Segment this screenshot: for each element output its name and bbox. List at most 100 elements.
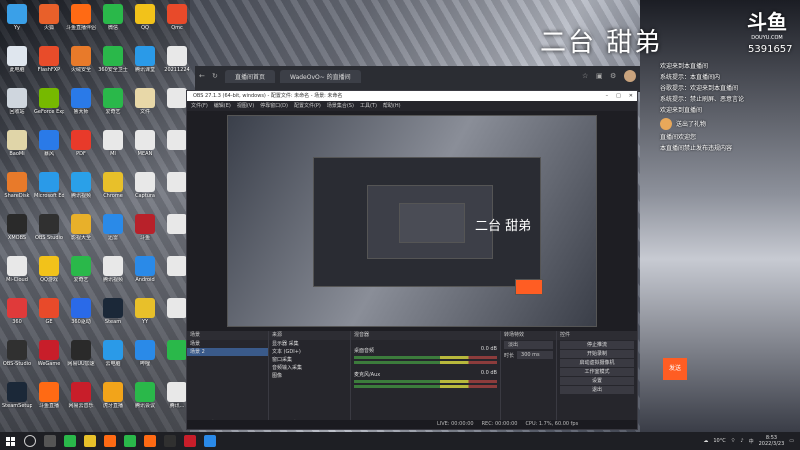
desktop-icon[interactable]: Android xyxy=(130,256,160,283)
desktop-icon[interactable]: PDF xyxy=(66,130,96,157)
desktop-icon[interactable]: 云电脑 xyxy=(98,340,128,367)
gift-icon[interactable]: ▣ xyxy=(596,72,604,80)
minimize-icon[interactable]: – xyxy=(606,91,609,101)
maximize-icon[interactable]: □ xyxy=(616,91,621,101)
desktop-icon[interactable]: 此电脑 xyxy=(2,46,32,73)
notification-icon[interactable]: ▭ xyxy=(789,438,794,444)
menu-item[interactable]: 编辑(E) xyxy=(214,101,231,111)
desktop-icon[interactable]: 微信 xyxy=(98,4,128,31)
control-button[interactable]: 设置 xyxy=(560,377,634,385)
desktop-icon[interactable]: 哔哩 xyxy=(130,340,160,367)
desktop-icon[interactable]: ShareDisk xyxy=(2,172,32,199)
desktop-icon[interactable]: BaoMi xyxy=(2,130,32,157)
desktop-icon[interactable]: Microsoft Edge xyxy=(34,172,64,199)
desktop-icon[interactable]: 腾讯视频 xyxy=(66,172,96,199)
close-icon[interactable]: ✕ xyxy=(629,91,633,101)
desktop-icon[interactable]: GE xyxy=(34,298,64,325)
desktop-icon[interactable]: 文件 xyxy=(130,88,160,115)
obs-icon[interactable] xyxy=(164,435,176,447)
browser-tab[interactable]: WadeOvO~ 的直播间 xyxy=(280,69,361,83)
control-button[interactable]: 停止推流 xyxy=(560,341,634,349)
start-button[interactable] xyxy=(0,432,20,450)
desktop-icon[interactable]: Captura xyxy=(130,172,160,199)
menu-item[interactable]: 文件(F) xyxy=(191,101,208,111)
source-item[interactable]: 音频输入采集 xyxy=(269,364,350,372)
volume-icon[interactable]: ♪ xyxy=(740,438,743,444)
desktop-icon[interactable]: 影视大全 xyxy=(66,214,96,241)
desktop-icon[interactable]: 回收站 xyxy=(2,88,32,115)
douyu-icon[interactable] xyxy=(104,435,116,447)
desktop-icon[interactable]: MEAN xyxy=(130,130,160,157)
desktop-icon[interactable]: XMOBS xyxy=(2,214,32,241)
wechat-icon[interactable] xyxy=(64,435,76,447)
desktop-icon[interactable]: 360 xyxy=(2,298,32,325)
desktop-icon[interactable]: YY xyxy=(130,298,160,325)
duration-value[interactable]: 300 ms xyxy=(517,351,553,359)
control-button[interactable]: 退出 xyxy=(560,386,634,394)
app-icon[interactable] xyxy=(204,435,216,447)
transition-select[interactable]: 淡出 xyxy=(501,340,556,350)
desktop-icon[interactable]: 腾讯会议 xyxy=(130,382,160,409)
desktop-icon[interactable]: 暴风 xyxy=(34,130,64,157)
desktop-icon[interactable]: Chrome xyxy=(98,172,128,199)
desktop-icon[interactable]: 斗鱼直播 xyxy=(34,382,64,409)
desktop-icon[interactable]: Mi-Cloud xyxy=(2,256,32,283)
music-icon[interactable] xyxy=(184,435,196,447)
duration-field[interactable]: 时长 300 ms xyxy=(501,350,556,360)
desktop-icon[interactable]: Qmc xyxy=(162,4,192,31)
menu-item[interactable]: 视图(V) xyxy=(237,101,254,111)
weather[interactable]: 10°C xyxy=(713,438,725,444)
control-button[interactable]: 开始录制 xyxy=(560,350,634,358)
desktop-icon[interactable]: 火绒安全 xyxy=(66,46,96,73)
menu-item[interactable]: 帮助(H) xyxy=(383,101,401,111)
chrome-icon[interactable] xyxy=(124,435,136,447)
douyu-companion-icon[interactable] xyxy=(144,435,156,447)
source-item[interactable]: 图像 xyxy=(269,372,350,380)
desktop-icon[interactable]: 网易UU加速 xyxy=(66,340,96,367)
desktop-icon[interactable]: Yy xyxy=(2,4,32,31)
refresh-icon[interactable]: ↻ xyxy=(212,72,220,80)
transition-value[interactable]: 淡出 xyxy=(504,341,553,349)
menu-item[interactable]: 场景集合(S) xyxy=(327,101,354,111)
volume-slider[interactable] xyxy=(354,361,497,364)
cloud-icon[interactable]: ☁ xyxy=(703,438,708,444)
desktop-icon[interactable]: 20211224 xyxy=(162,46,192,73)
desktop-icon[interactable]: 爱奇艺 xyxy=(66,256,96,283)
menu-item[interactable]: 工具(T) xyxy=(360,101,377,111)
task-view-icon[interactable] xyxy=(44,435,56,447)
menu-item[interactable]: 配置文件(P) xyxy=(294,101,321,111)
send-button[interactable]: 发送 xyxy=(663,358,687,380)
obs-preview[interactable] xyxy=(227,115,597,327)
desktop-icon[interactable]: WeGame xyxy=(34,340,64,367)
source-item[interactable]: 文本 (GDI+) xyxy=(269,348,350,356)
ime-indicator[interactable]: 中 xyxy=(749,438,754,445)
control-button[interactable]: 启动虚拟摄像机 xyxy=(560,359,634,367)
desktop-icon[interactable]: GeForce Experience xyxy=(34,88,64,115)
search-icon[interactable] xyxy=(24,435,36,447)
desktop-icon[interactable]: 爱奇艺 xyxy=(98,88,128,115)
desktop-icon[interactable]: FlashFXP xyxy=(34,46,64,73)
browser-url[interactable]: 直播间首页 xyxy=(225,69,276,83)
desktop-icon[interactable]: 斗鱼直播伴侣 xyxy=(66,4,96,31)
desktop-icon[interactable]: 斗鱼 xyxy=(130,214,160,241)
scene-item[interactable]: 场景 xyxy=(187,340,268,348)
back-icon[interactable]: ← xyxy=(199,72,207,80)
clock[interactable]: 8:53 2022/3/23 xyxy=(759,435,785,447)
desktop-icon[interactable]: 360安全卫士 xyxy=(98,46,128,73)
desktop-icon[interactable]: OBS-Studio xyxy=(2,340,32,367)
desktop-icon[interactable]: Steam xyxy=(98,298,128,325)
wifi-icon[interactable]: ⌔ xyxy=(731,438,736,444)
scene-item[interactable]: 场景 2 xyxy=(187,348,268,356)
star-icon[interactable]: ☆ xyxy=(582,72,590,80)
desktop-icon[interactable]: 迅雷 xyxy=(98,214,128,241)
desktop-icon[interactable]: 虎牙直播 xyxy=(98,382,128,409)
desktop-icon[interactable]: 腾讯视频 xyxy=(98,256,128,283)
desktop-icon[interactable]: QQ游戏 xyxy=(34,256,64,283)
menu-item[interactable]: 停靠窗口(D) xyxy=(260,101,288,111)
desktop-icon[interactable]: MI xyxy=(98,130,128,157)
desktop-icon[interactable]: 鲁大师 xyxy=(66,88,96,115)
desktop-icon[interactable]: 360驱动 xyxy=(66,298,96,325)
source-item[interactable]: 显示器 采集 xyxy=(269,340,350,348)
control-button[interactable]: 工作室模式 xyxy=(560,368,634,376)
source-item[interactable]: 窗口采集 xyxy=(269,356,350,364)
